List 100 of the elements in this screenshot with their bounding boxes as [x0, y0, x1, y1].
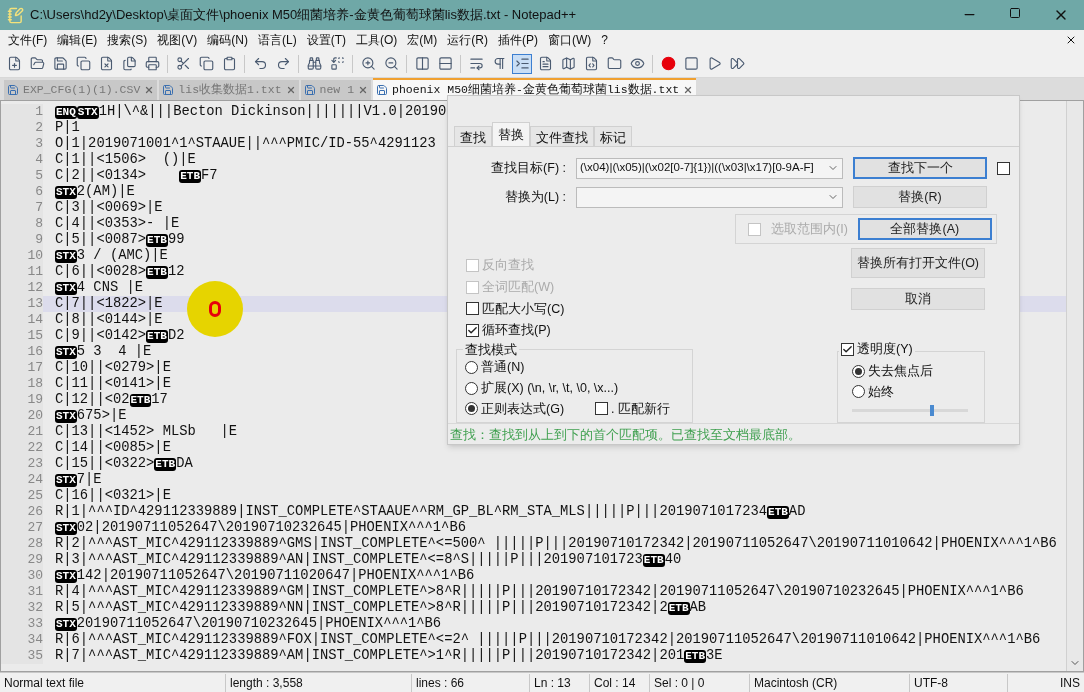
- radio-label: 普通(N): [481, 359, 525, 376]
- dialog-button[interactable]: 查找下一个: [853, 157, 987, 179]
- dialog-tab[interactable]: 查找: [454, 126, 492, 146]
- code-text: AD: [788, 502, 806, 521]
- indent-guide-icon[interactable]: [512, 53, 532, 74]
- code-text: C|5||<0087>: [55, 230, 147, 248]
- menu-item[interactable]: 文件(F): [3, 31, 53, 49]
- control-char-badge: STX: [55, 521, 77, 535]
- checkbox[interactable]: [466, 302, 479, 316]
- line-number: 31: [1, 584, 43, 600]
- line-number: 11: [1, 264, 43, 280]
- menu-item[interactable]: ?: [596, 31, 613, 49]
- control-char-badge: ETB: [642, 553, 665, 567]
- dialog-tab[interactable]: 标记: [594, 126, 632, 146]
- status-text: INS: [1059, 674, 1081, 692]
- code-text: R|1|^^^ID^429112339889|INST_COMPLETE^STAAUE^^RM_GP_BL^RM_STA_MLS|||||P|||2019071017234: [55, 502, 768, 520]
- close-icon[interactable]: [1065, 34, 1077, 46]
- control-char-badge: ETB: [667, 601, 690, 615]
- dialog-button[interactable]: 替换所有打开文件(O): [851, 248, 985, 278]
- dialog-tab[interactable]: 替换: [492, 122, 530, 146]
- menu-item[interactable]: 搜索(S): [102, 31, 153, 49]
- menu-item[interactable]: 宏(M): [402, 31, 443, 49]
- code-text: R|2|^^^AST_MIC^429112339889^GMS|INST_COMPLETE^<=500^ |||||P|||20190710172342|20190711052647\20190711010642|PHOENIX^^^1^B6: [55, 534, 1057, 552]
- radio-button[interactable]: [465, 360, 478, 374]
- code-text: 2(AM)|E: [76, 182, 135, 200]
- control-char-badge: ETB: [179, 169, 201, 183]
- status-text: Normal text file: [0, 673, 226, 692]
- status-text: Ln : 13: [530, 673, 590, 692]
- line-number: 13: [1, 296, 43, 312]
- code-text: 5 3 4 |E: [76, 342, 152, 360]
- line-number: 4: [1, 152, 43, 168]
- code-text: C|13||<1452> MLSb |E: [55, 422, 238, 440]
- slider-thumb[interactable]: [930, 405, 935, 417]
- line-number: 33: [1, 616, 43, 632]
- control-char-badge: ETB: [684, 649, 707, 663]
- code-text: 20190711052647\20190710232645|PHOENIX^^^1^B6: [76, 614, 442, 632]
- menu-item[interactable]: 语言(L): [253, 31, 302, 49]
- menu-item[interactable]: 视图(V): [152, 31, 203, 49]
- control-char-badge: ETB: [146, 265, 168, 279]
- line-number: 35: [1, 648, 43, 664]
- radio-button[interactable]: [465, 381, 478, 395]
- radio-label: 扩展(X) (\n, \r, \t, \0, \x...): [481, 379, 619, 397]
- control-char-badge: STX: [55, 569, 77, 583]
- radio-button[interactable]: [852, 385, 865, 399]
- field-label: 查找目标(F) :: [490, 159, 566, 177]
- line-number: 22: [1, 440, 43, 456]
- code-text: R|6|^^^AST_MIC^429112339889^FOX|INST_COMPLETE^<=2^ |||||P|||20190710172342|20190711052647\20190711010642|PHOENIX^^^1^B6: [55, 630, 1041, 648]
- field-label: 替换为(L) :: [503, 188, 566, 206]
- radio-button[interactable]: [852, 364, 865, 378]
- checkbox[interactable]: [466, 324, 479, 338]
- line-number: 30: [1, 568, 43, 584]
- checkbox[interactable]: [997, 161, 1010, 175]
- menu-item[interactable]: 插件(P): [493, 31, 543, 49]
- menu-item[interactable]: 编辑(E): [52, 31, 103, 49]
- code-text: 12: [167, 262, 185, 281]
- status-text: UTF-8: [910, 673, 1008, 692]
- radio-button[interactable]: [465, 402, 478, 416]
- line-number: 2: [1, 120, 43, 136]
- line-number: 15: [1, 328, 43, 344]
- line-number: 5: [1, 168, 43, 184]
- code-text: 1H|\^&|||Becton Dickinson|||||||V1.0|20190: [98, 102, 447, 121]
- menu-item[interactable]: 设置(T): [301, 31, 351, 49]
- code-text: C|16||<0321>|E: [55, 486, 171, 504]
- code-text: 02|20190711052647\20190710232645|PHOENIX^^^1^B6: [76, 518, 466, 536]
- checkbox-label: 循环查找(P): [482, 322, 551, 340]
- checkbox-label: 反向查找: [482, 257, 534, 274]
- find-combo-field[interactable]: (\x04)|(\x05)|(\x02[0-7]{1})|((\x03|\x17)[0-9A-F]: [576, 157, 843, 179]
- dialog-button[interactable]: 替换(R): [853, 186, 987, 208]
- dialog-button[interactable]: 全部替换(A): [857, 218, 992, 240]
- menu-item[interactable]: 工具(O): [351, 31, 403, 49]
- replace-combo-field[interactable]: [576, 186, 843, 208]
- dialog-button[interactable]: 取消: [851, 288, 985, 310]
- code-text: R|3|^^^AST_MIC^429112339889^AN|INST_COMPLETE^<=8^S|||||P|||201907101723: [55, 550, 643, 568]
- line-number: 14: [1, 312, 43, 328]
- status-message: 查找：查找到从上到下的首个匹配项。已查找至文档最底部。: [450, 428, 801, 443]
- code-text: C|9||<0142>: [55, 326, 147, 344]
- menu-item[interactable]: 运行(R): [442, 31, 493, 49]
- control-char-badge: STX: [76, 105, 99, 119]
- dialog-tab[interactable]: 文件查找: [530, 126, 594, 146]
- code-text: C|7||<1822>|E: [55, 294, 163, 312]
- line-number: 19: [1, 392, 43, 408]
- menu-item[interactable]: 窗口(W): [543, 31, 597, 49]
- line-number: 24: [1, 472, 43, 488]
- code-text: 675>|E: [76, 406, 127, 424]
- line-number: 8: [1, 216, 43, 232]
- line-number: 7: [1, 200, 43, 216]
- code-text: C|1||<1506> ()|E: [55, 150, 196, 168]
- line-number: 17: [1, 360, 43, 376]
- control-char-badge: ENQ: [55, 105, 77, 119]
- line-number: 3: [1, 136, 43, 152]
- checkbox[interactable]: [841, 342, 854, 356]
- line-number: 26: [1, 504, 43, 520]
- checkbox[interactable]: [595, 402, 609, 416]
- menu-item[interactable]: 编码(N): [202, 31, 253, 49]
- control-char-badge: STX: [55, 617, 77, 631]
- status-text: length : 3,558: [226, 673, 412, 692]
- control-char-badge: STX: [55, 473, 77, 487]
- checkbox-label: 选取范围内(I): [771, 220, 848, 238]
- line-number: 27: [1, 520, 43, 536]
- code-text: C|4||<0353>- |E: [55, 214, 180, 232]
